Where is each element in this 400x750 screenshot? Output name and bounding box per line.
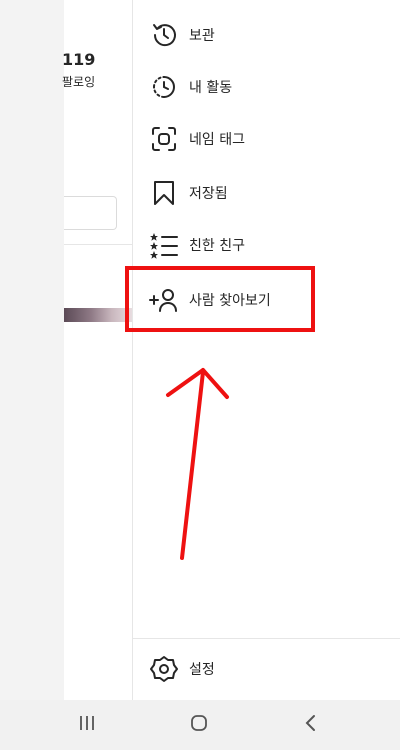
side-drawer-menu: 보관 내 활동 네임 태그 저장됨 친한 친구 사람 찾아보기 설정 — [132, 0, 400, 700]
settings-gear-icon — [149, 654, 179, 684]
menu-item-label: 보관 — [189, 28, 215, 44]
menu-item-close-friends[interactable]: 친한 친구 — [133, 220, 400, 270]
menu-item-nametag[interactable]: 네임 태그 — [133, 114, 400, 164]
activity-clock-icon — [149, 72, 179, 102]
home-icon — [189, 713, 209, 737]
bookmark-icon — [149, 178, 179, 208]
menu-item-label: 설정 — [189, 662, 215, 678]
background-divider — [64, 244, 132, 245]
edit-profile-button[interactable] — [64, 196, 117, 230]
menu-item-settings[interactable]: 설정 — [133, 644, 400, 694]
menu-item-label: 네임 태그 — [189, 132, 245, 148]
archive-history-icon — [149, 20, 179, 50]
following-label: 팔로잉 — [62, 75, 96, 89]
following-count: 119 — [62, 50, 96, 69]
background-thumbnail-strip — [64, 308, 132, 322]
menu-item-label: 저장됨 — [189, 186, 228, 202]
drawer-footer-divider — [133, 638, 400, 639]
recent-apps-icon — [77, 714, 97, 736]
menu-item-archive[interactable]: 보관 — [133, 10, 400, 60]
close-friends-list-icon — [149, 230, 179, 260]
nametag-scan-icon — [149, 124, 179, 154]
back-icon — [303, 713, 317, 737]
system-navigation-bar — [0, 700, 400, 750]
background-profile-page: 119 팔로잉 — [0, 0, 132, 700]
menu-item-label: 친한 친구 — [189, 238, 245, 254]
background-left-strip — [0, 0, 64, 700]
highlight-box — [125, 266, 315, 332]
menu-item-saved[interactable]: 저장됨 — [133, 168, 400, 218]
back-button[interactable] — [275, 700, 345, 750]
menu-item-label: 내 활동 — [189, 80, 233, 96]
menu-item-my-activity[interactable]: 내 활동 — [133, 62, 400, 112]
home-button[interactable] — [164, 700, 234, 750]
recent-apps-button[interactable] — [52, 700, 122, 750]
